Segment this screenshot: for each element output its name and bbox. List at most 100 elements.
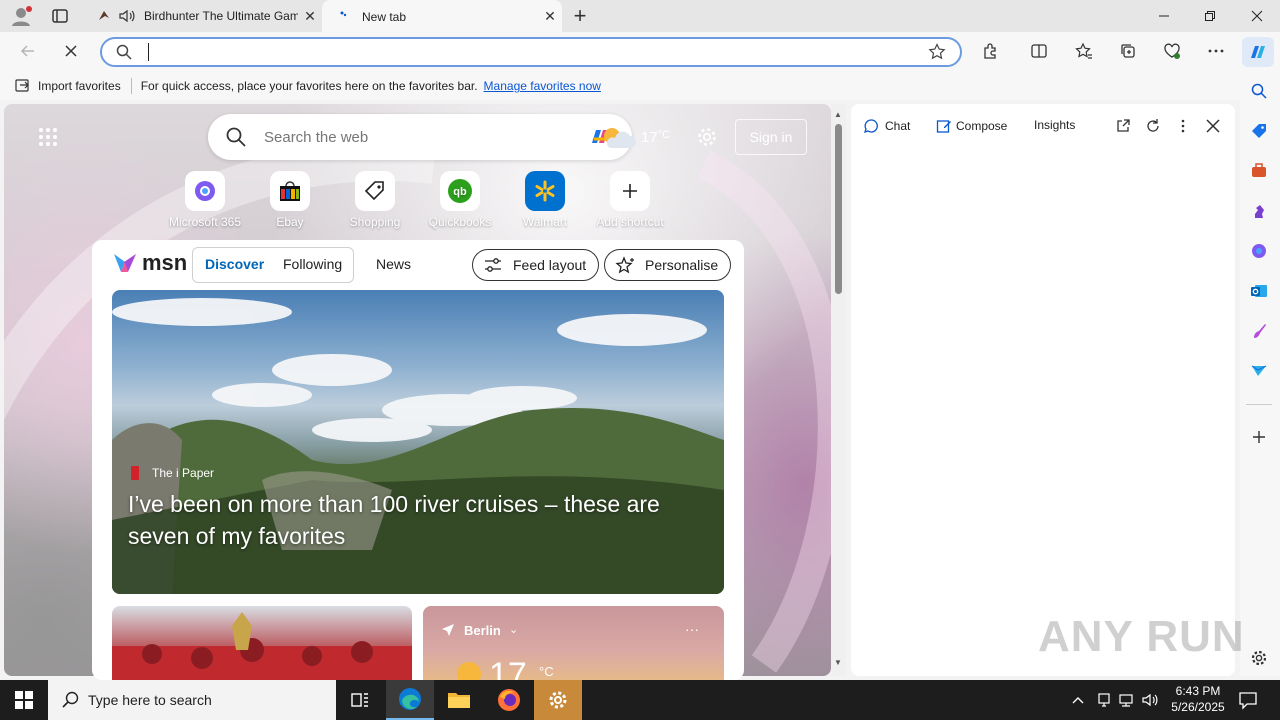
tab-news[interactable]: News (376, 256, 411, 272)
weather-temp-unit: °C (657, 129, 671, 141)
news-card-image[interactable] (112, 606, 412, 680)
tab-compose[interactable]: Compose (936, 118, 1007, 134)
tab-birdhunter[interactable]: Birdhunter The Ultimate Game ✕ (84, 0, 322, 32)
audio-playing-icon[interactable] (118, 8, 136, 24)
shortcut-add[interactable]: Add shortcut (588, 171, 672, 229)
article-headline[interactable]: I’ve been on more than 100 river cruises… (128, 488, 718, 552)
tab-actions-icon[interactable] (50, 6, 70, 26)
taskbar-search-box[interactable]: Type here to search (48, 680, 336, 720)
shopping-tag-icon[interactable] (1248, 120, 1270, 142)
tab-following[interactable]: Following (283, 256, 342, 272)
designer-icon[interactable] (1248, 320, 1270, 342)
hero-article-card[interactable]: The i Paper I’ve been on more than 100 r… (112, 290, 724, 594)
wired-network-icon[interactable] (1118, 692, 1134, 708)
shortcut-microsoft-365[interactable]: Microsoft 365 (163, 171, 247, 229)
more-options-icon[interactable] (1175, 118, 1191, 134)
feed-layout-button[interactable]: Feed layout (472, 249, 600, 281)
start-button[interactable] (0, 680, 48, 720)
import-favorites-button[interactable]: Import favorites (38, 79, 121, 93)
more-options-icon[interactable]: ··· (685, 621, 699, 637)
open-in-new-tab-icon[interactable] (1115, 118, 1131, 134)
favorites-icon[interactable] (1069, 36, 1099, 66)
shortcut-quickbooks[interactable]: qb Quickbooks (418, 171, 502, 229)
send-plane-icon[interactable] (1248, 360, 1270, 382)
tab-new-tab[interactable]: New tab ✕ (322, 0, 562, 33)
tab-insights[interactable]: Insights (1034, 118, 1075, 132)
collections-icon[interactable] (1113, 36, 1143, 66)
notifications-icon[interactable] (1238, 690, 1258, 710)
search-icon (116, 44, 132, 60)
tab-discover[interactable]: Discover (205, 256, 264, 272)
more-options-icon[interactable] (1201, 36, 1231, 66)
scroll-thumb[interactable] (835, 124, 842, 294)
weather-card[interactable]: Berlin ⌄ ··· 17 °C (423, 606, 724, 680)
stop-loading-button[interactable] (56, 36, 86, 66)
chevron-down-icon[interactable]: ⌄ (509, 623, 518, 636)
add-sidebar-app-icon[interactable] (1248, 426, 1270, 448)
tab-chat[interactable]: Chat (863, 118, 910, 134)
shortcut-ebay[interactable]: Ebay (248, 171, 332, 229)
personalise-button[interactable]: Personalise (604, 249, 732, 281)
page-scrollbar[interactable]: ▲ ▼ (831, 104, 846, 676)
weather-card-temp: 17 (489, 656, 527, 680)
favorite-star-icon[interactable] (928, 43, 946, 61)
shopping-tag-icon (355, 171, 395, 211)
weather-temperature[interactable]: 17 °C (641, 129, 670, 146)
chevron-up-icon[interactable] (1070, 692, 1086, 708)
weather-cloud-icon[interactable] (598, 124, 638, 150)
scroll-down-arrow-icon[interactable]: ▼ (834, 658, 842, 667)
profile-icon[interactable] (10, 5, 32, 27)
new-tab-button[interactable]: + (568, 3, 592, 28)
tab-title: New tab (362, 9, 407, 24)
anyrun-watermark: ANY RUN (1038, 612, 1245, 662)
tab-title: Birdhunter The Ultimate Game (144, 9, 298, 23)
extensions-icon[interactable] (976, 36, 1006, 66)
refresh-icon[interactable] (1145, 118, 1161, 134)
settings-gear-icon[interactable] (696, 126, 718, 148)
firefox-icon[interactable] (485, 680, 533, 720)
file-explorer-icon[interactable] (435, 680, 483, 720)
apps-launcher-icon[interactable] (38, 127, 58, 147)
close-tab-icon[interactable]: ✕ (298, 4, 322, 28)
edge-taskbar-icon[interactable] (386, 680, 434, 720)
shortcut-label: Shopping (349, 215, 401, 229)
shortcut-label: Add shortcut (596, 215, 664, 229)
split-screen-icon[interactable] (1024, 36, 1054, 66)
volume-icon[interactable] (1141, 692, 1159, 708)
manage-favorites-link[interactable]: Manage favorites now (484, 79, 601, 93)
games-chess-icon[interactable] (1248, 200, 1270, 222)
shortcut-shopping[interactable]: Shopping (333, 171, 417, 229)
restore-button[interactable] (1187, 0, 1233, 32)
search-placeholder: Search the web (264, 129, 369, 146)
copilot-icon[interactable] (1242, 37, 1274, 67)
weather-temp-value: 17 (641, 129, 658, 146)
sidebar-settings-gear-icon[interactable] (1248, 647, 1270, 669)
settings-taskbar-icon[interactable] (534, 680, 582, 720)
address-input[interactable] (148, 43, 908, 61)
address-bar[interactable] (100, 37, 962, 67)
tools-briefcase-icon[interactable] (1248, 160, 1270, 182)
clock-date: 5/26/2025 (1171, 700, 1225, 714)
back-button[interactable] (13, 36, 43, 66)
microsoft-365-icon (185, 171, 225, 211)
msn-logo-text: msn (142, 250, 188, 275)
microsoft-365-icon[interactable] (1248, 240, 1270, 262)
sign-in-button[interactable]: Sign in (735, 119, 807, 155)
scroll-up-arrow-icon[interactable]: ▲ (834, 110, 842, 119)
network-device-icon[interactable] (1096, 692, 1112, 708)
shortcut-walmart[interactable]: Walmart (503, 171, 587, 229)
task-view-icon[interactable] (336, 680, 384, 720)
outlook-icon[interactable] (1248, 280, 1270, 302)
browser-essentials-icon[interactable] (1157, 36, 1187, 66)
close-window-button[interactable] (1234, 0, 1280, 32)
msn-logo[interactable]: msn (112, 250, 187, 276)
tab-chat-label: Chat (885, 119, 911, 133)
personalise-label: Personalise (645, 257, 719, 273)
close-tab-icon[interactable]: ✕ (538, 5, 562, 29)
compose-pencil-icon (936, 120, 951, 133)
web-search-box[interactable]: Search the web (208, 114, 632, 160)
system-clock[interactable]: 6:43 PM 5/26/2025 (1164, 683, 1232, 715)
close-panel-icon[interactable] (1205, 118, 1221, 134)
minimize-button[interactable] (1141, 0, 1187, 32)
search-icon[interactable] (1248, 80, 1270, 102)
